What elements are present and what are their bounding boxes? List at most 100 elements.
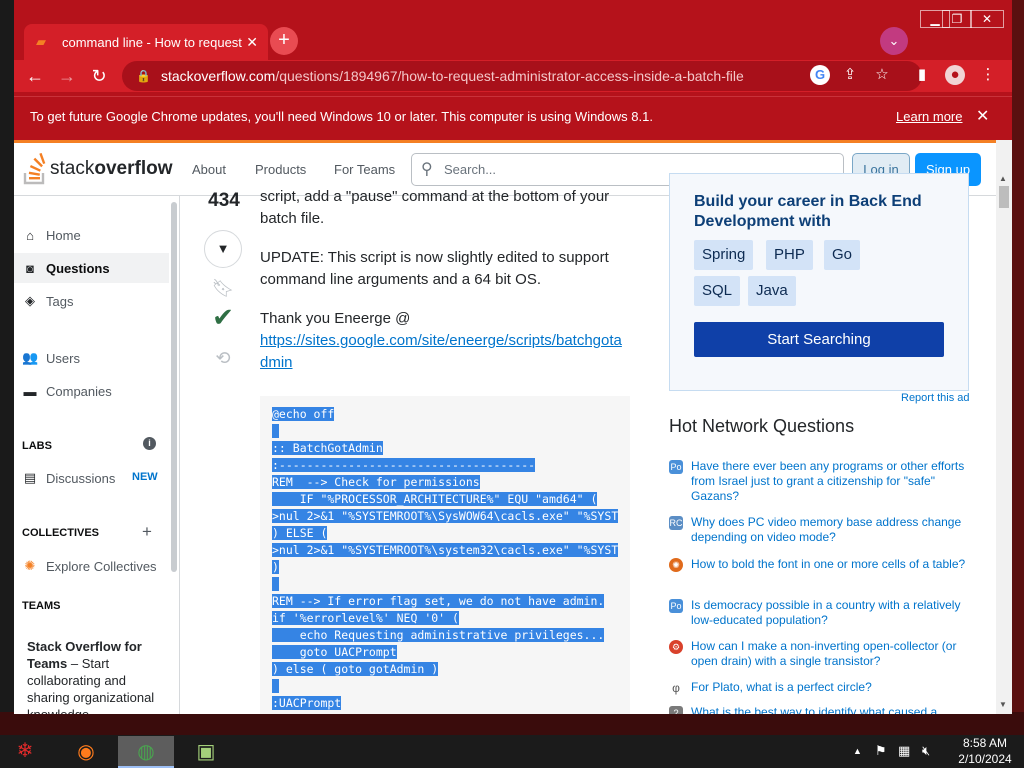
scrollbar-thumb[interactable] [999, 186, 1009, 208]
maximize-button[interactable]: ❐ [942, 10, 972, 28]
nav-for-teams[interactable]: For Teams [334, 162, 395, 177]
answer-paragraph: script, add a "pause" command at the bot… [260, 188, 610, 227]
teams-promo: Stack Overflow for Teams – Start collabo… [14, 630, 169, 714]
chrome-menu-icon[interactable]: ⋮ [978, 65, 998, 85]
sidebar-item-home[interactable]: ⌂ Home [14, 220, 169, 250]
selected-code-text: >nul 2>&1 "%SYSTEMROOT%\SysWOW64\cacls.e… [272, 509, 619, 523]
logo-text-bold: overflow [94, 158, 173, 179]
ad-chip-php[interactable]: PHP [766, 240, 813, 270]
firefox-icon[interactable]: ◉ [58, 736, 114, 768]
learn-more-link[interactable]: Learn more [896, 97, 962, 137]
ad-chip-java[interactable]: Java [748, 276, 796, 306]
start-searching-button[interactable]: Start Searching [694, 322, 944, 357]
code-line: goto UACPrompt [272, 644, 630, 661]
volume-muted-icon[interactable]: 🔇︎ [922, 743, 930, 759]
system-clock[interactable]: 8:58 AM 2/10/2024 [950, 735, 1020, 767]
share-icon[interactable]: ⇪ [840, 65, 860, 85]
ad-title: Build your career in Back End Developmen… [694, 193, 922, 230]
lock-icon: 🔒 [136, 69, 151, 83]
hnq-item[interactable]: φ For Plato, what is a perfect circle? [669, 680, 969, 695]
sidebar-item-users[interactable]: 👥 Users [14, 343, 169, 373]
scroll-down-icon[interactable]: ▼ [999, 700, 1007, 709]
action-center-flag-icon[interactable]: ⚑ [875, 743, 887, 759]
tab-close-icon[interactable]: ✕ [246, 34, 258, 51]
code-line: ) ELSE ( [272, 525, 630, 542]
sidebar-item-label: Questions [46, 260, 110, 276]
tab-search-button[interactable]: ⌄ [880, 27, 908, 55]
windows-taskbar: ❄ ◉ ◍ ▣ ▲ ⚑ ▦ 🔇︎ 8:58 AM 2/10/2024 [0, 735, 1024, 768]
chrome-icon[interactable]: ◍ [118, 736, 174, 768]
sidebar-scrollbar[interactable] [169, 196, 179, 572]
ad-chip-go[interactable]: Go [824, 240, 861, 270]
hnq-title: Hot Network Questions [669, 416, 855, 436]
code-line: :UACPrompt [272, 695, 630, 712]
selected-code-text: @echo off [272, 407, 335, 421]
sidebar-item-discussions[interactable]: ▤ Discussions NEW [14, 463, 169, 493]
batchgotadmin-link[interactable]: https://sites.google.com/site/eneerge/sc… [260, 332, 622, 371]
sidebar-item-label: Companies [46, 383, 112, 399]
downvote-button[interactable]: ▼ [204, 230, 242, 268]
hnq-item[interactable]: Po Is democracy possible in a country wi… [669, 598, 969, 628]
stackoverflow-favicon-icon: ▰ [36, 34, 46, 49]
new-badge: NEW [132, 471, 158, 483]
side-panel-icon[interactable]: ▮ [912, 65, 932, 85]
chrome-window: ▰ command line - How to request ✕ + ⌄ ▁ … [14, 0, 1012, 714]
code-line: >nul 2>&1 "%SYSTEMROOT%\system32\cacls.e… [272, 542, 630, 559]
infobar-close-icon[interactable]: ✕ [976, 97, 989, 137]
tab-active[interactable]: ▰ command line - How to request ✕ [24, 24, 268, 60]
info-icon[interactable]: i [143, 437, 156, 450]
nav-products[interactable]: Products [255, 162, 306, 177]
nav-about[interactable]: About [192, 162, 226, 177]
hnq-item[interactable]: RC Why does PC video memory base address… [669, 515, 969, 545]
teams-heading: TEAMS [22, 600, 61, 612]
add-collective-icon[interactable]: + [142, 522, 152, 542]
back-button[interactable]: ← [24, 66, 46, 86]
bookmark-star-icon[interactable]: ☆ [872, 65, 892, 85]
reload-button[interactable]: ↻ [88, 66, 110, 86]
selected-code-text: echo Requesting administrative privilege… [272, 628, 605, 642]
labs-heading: LABS [22, 440, 52, 452]
home-icon: ⌂ [26, 227, 34, 243]
show-hidden-icons[interactable]: ▲ [853, 746, 862, 756]
hnq-item[interactable]: ? What is the best way to identify what … [669, 705, 969, 714]
search-placeholder: Search... [444, 162, 497, 177]
sidebar-item-tags[interactable]: ◈ Tags [14, 286, 169, 316]
search-icon: ⚲ [421, 161, 433, 178]
history-icon[interactable]: ⟲ [204, 348, 242, 369]
sidebar-item-explore-collectives[interactable]: ✺ Explore Collectives [14, 551, 169, 581]
ad-chip-spring[interactable]: Spring [694, 240, 754, 270]
google-lens-icon[interactable]: G [810, 65, 830, 85]
page-scrollbar[interactable]: ▲ ▼ [996, 140, 1012, 714]
sidebar-item-questions[interactable]: ◙ Questions [14, 253, 169, 283]
scroll-up-icon[interactable]: ▲ [999, 174, 1007, 183]
notepad-plus-plus-icon[interactable]: ▣ [178, 736, 234, 768]
hnq-item[interactable]: ✺ How to bold the font in one or more ce… [669, 557, 969, 572]
vote-column: 434 ▼ 🔖︎ ✔ ⟲ [204, 190, 244, 368]
close-window-button[interactable]: ✕ [970, 10, 1004, 28]
address-bar[interactable]: 🔒 stackoverflow.com/questions/1894967/ho… [122, 61, 922, 91]
ad-chip-sql[interactable]: SQL [694, 276, 741, 306]
retrocomputing-site-icon: RC [669, 516, 683, 530]
selected-code-text: REM --> Check for permissions [272, 475, 480, 489]
bookmark-icon[interactable]: 🔖︎ [204, 278, 242, 299]
selected-code-text: goto UACPrompt [272, 645, 397, 659]
clock-date: 2/10/2024 [958, 752, 1012, 766]
hnq-item[interactable]: ⚙ How can I make a non-inverting open-co… [669, 639, 969, 669]
forward-button[interactable]: → [56, 66, 78, 86]
network-icon[interactable]: ▦ [898, 743, 910, 759]
selected-code-text: if '%errorlevel%' NEQ '0' ( [272, 611, 459, 625]
selected-code-text: :: BatchGotAdmin [272, 441, 383, 455]
profile-avatar-icon[interactable]: ● [945, 65, 965, 85]
site-icon: ? [669, 706, 683, 714]
report-ad-link[interactable]: Report this ad [901, 392, 969, 404]
new-tab-button[interactable]: + [270, 27, 298, 55]
selected-code-text: >nul 2>&1 "%SYSTEMROOT%\system32\cacls.e… [272, 543, 619, 557]
hnq-item[interactable]: Po Have there ever been any programs or … [669, 459, 969, 504]
desktop-left-edge [0, 0, 14, 735]
sidebar-item-companies[interactable]: ▬ Companies [14, 376, 169, 406]
tab-bar: ▰ command line - How to request ✕ + ⌄ ▁ … [14, 0, 1012, 60]
start-button[interactable]: ❄ [4, 736, 46, 767]
so-logo[interactable]: stack overflow [22, 152, 172, 186]
code-line: ) [272, 559, 630, 576]
code-block[interactable]: @echo off :: BatchGotAdmin:-------------… [260, 396, 630, 714]
